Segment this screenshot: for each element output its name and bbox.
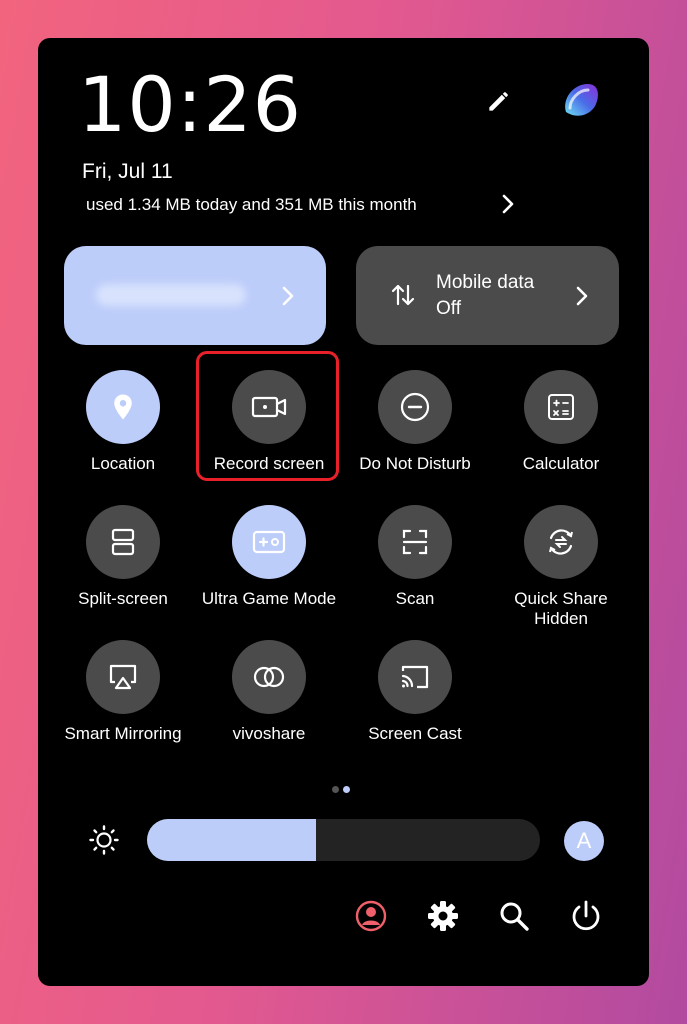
location-pin-icon (114, 394, 132, 420)
assistant-icon[interactable] (558, 78, 604, 124)
airplay-icon (109, 664, 137, 690)
brightness-slider-fill (147, 819, 316, 861)
toggle-screen-cast-button[interactable] (378, 640, 452, 714)
toggle-label: Smart Mirroring (64, 724, 182, 743)
edit-icon[interactable] (484, 84, 516, 116)
page-dot-1[interactable] (332, 786, 339, 793)
user-icon[interactable] (353, 898, 389, 934)
chevron-right-icon[interactable] (570, 282, 594, 310)
toggle-label: Do Not Disturb (359, 454, 471, 473)
toggle-label: Scan (395, 589, 435, 608)
wifi-tile[interactable] (64, 246, 326, 345)
brightness-sun-icon (89, 825, 119, 855)
toggle-label: Quick Share Hidden (514, 589, 608, 628)
gear-icon[interactable] (425, 898, 461, 934)
record-screen-highlight-box (196, 351, 339, 481)
toggle-label: Screen Cast (368, 724, 462, 743)
toggle-calculator[interactable]: Calculator (488, 370, 634, 474)
toggle-location[interactable]: Location (50, 370, 196, 474)
toggle-scan[interactable]: Scan (342, 505, 488, 609)
toggle-label: Split-screen (78, 589, 168, 608)
brightness-slider[interactable] (147, 819, 540, 861)
scan-icon (402, 529, 428, 555)
toggle-vivoshare-button[interactable] (232, 640, 306, 714)
toggle-quick-share[interactable]: Quick Share Hidden (488, 505, 634, 629)
toggle-label: Calculator (522, 454, 600, 473)
page-indicator (332, 780, 354, 798)
toggle-screen-cast[interactable]: Screen Cast (342, 640, 488, 744)
link-icon (253, 666, 285, 688)
gamepad-icon (252, 530, 286, 554)
date: Fri, Jul 11 (82, 160, 173, 183)
wifi-network-name-blurred (96, 284, 246, 306)
calculator-icon (548, 394, 574, 420)
mobile-data-label: Mobile data (436, 272, 535, 293)
toggle-dnd-button[interactable] (378, 370, 452, 444)
toggle-smart-mirroring[interactable]: Smart Mirroring (50, 640, 196, 744)
data-usage-text[interactable]: used 1.34 MB today and 351 MB this month (86, 195, 417, 215)
toggle-vivoshare[interactable]: vivoshare (196, 640, 342, 744)
split-screen-icon (111, 528, 135, 556)
mobile-data-tile[interactable]: Mobile data Off (356, 246, 619, 345)
toggle-label: vivoshare (232, 724, 306, 743)
toggle-split-screen[interactable]: Split-screen (50, 505, 196, 609)
toggle-split-screen-button[interactable] (86, 505, 160, 579)
page-dot-2[interactable] (343, 786, 350, 793)
power-icon[interactable] (568, 898, 604, 934)
clock: 10:26 (78, 60, 303, 149)
toggle-label: Location (90, 454, 156, 473)
toggle-smart-mirroring-button[interactable] (86, 640, 160, 714)
toggle-calculator-button[interactable] (524, 370, 598, 444)
minus-circle-icon (400, 392, 430, 422)
toggle-scan-button[interactable] (378, 505, 452, 579)
toggle-label: Ultra Game Mode (201, 589, 337, 608)
toggle-location-button[interactable] (86, 370, 160, 444)
mobile-data-status: Off (436, 298, 461, 319)
quick-share-icon (549, 529, 573, 555)
chevron-right-icon[interactable] (496, 190, 520, 218)
chevron-right-icon[interactable] (276, 282, 300, 310)
toggle-do-not-disturb[interactable]: Do Not Disturb (342, 370, 488, 474)
quick-settings-panel: 10:26 Fri, Jul 11 used 1.34 MB today and… (38, 38, 649, 986)
cast-icon (401, 665, 429, 689)
toggle-game-mode-button[interactable] (232, 505, 306, 579)
data-arrows-icon (391, 284, 415, 306)
toggle-ultra-game-mode[interactable]: Ultra Game Mode (196, 505, 342, 609)
auto-brightness-button[interactable]: A (564, 821, 604, 861)
toggle-quick-share-button[interactable] (524, 505, 598, 579)
search-icon[interactable] (496, 898, 532, 934)
